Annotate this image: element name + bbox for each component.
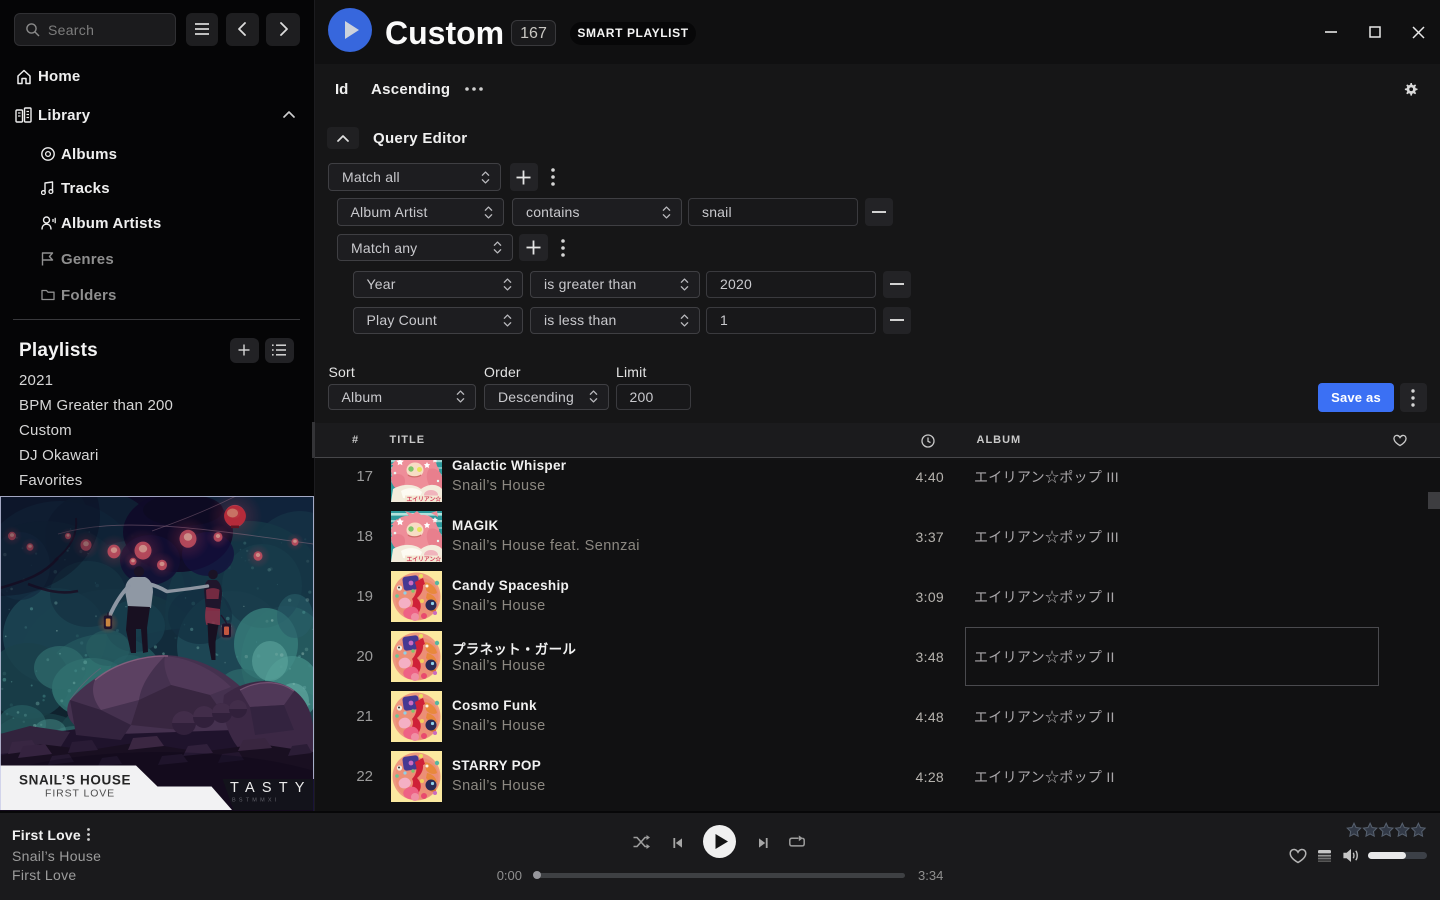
svg-text:エイリアン☆: エイリアン☆ — [407, 495, 442, 502]
svg-text:FIRST LOVE: FIRST LOVE — [45, 788, 115, 800]
svg-text:BSTMMXI: BSTMMXI — [232, 798, 279, 804]
svg-text:SNAIL’S HOUSE: SNAIL’S HOUSE — [19, 773, 131, 788]
svg-text:エイリアン☆: エイリアン☆ — [407, 555, 442, 562]
svg-text:TASTY: TASTY — [230, 780, 312, 796]
